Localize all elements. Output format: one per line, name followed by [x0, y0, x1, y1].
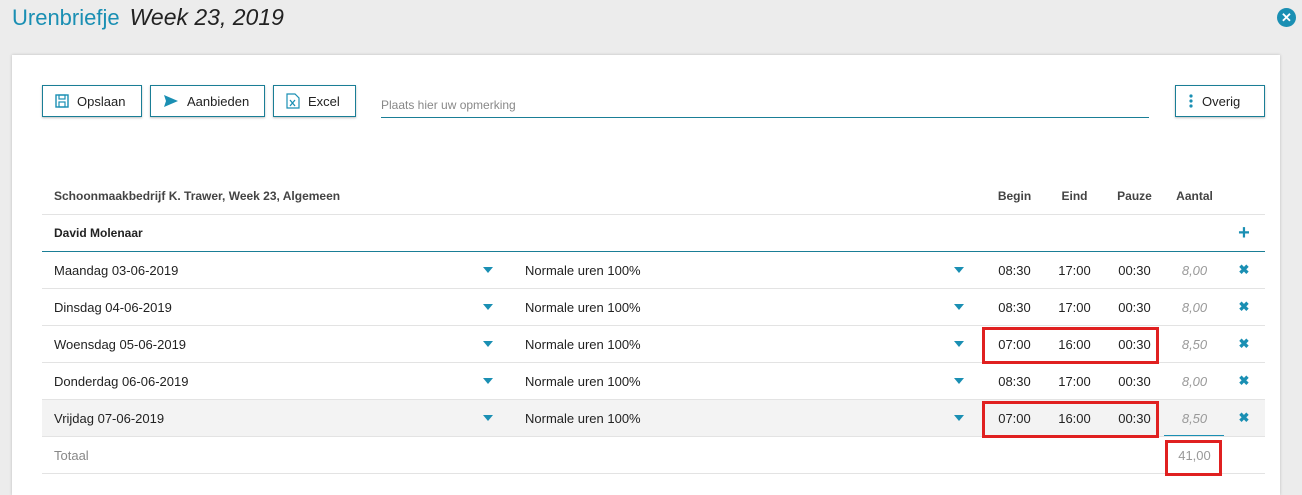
employee-name: David Molenaar — [54, 226, 143, 240]
excel-file-icon — [286, 93, 300, 109]
save-button[interactable]: Opslaan — [42, 85, 142, 117]
day-select[interactable]: Woensdag 05-06-2019 — [54, 326, 186, 362]
week-title: Week 23, 2019 — [129, 4, 284, 30]
hour-type-select[interactable]: Normale uren 100% — [525, 326, 641, 362]
send-icon — [164, 95, 178, 107]
pause-time[interactable]: 00:30 — [1107, 252, 1162, 288]
begin-time[interactable]: 07:00 — [987, 400, 1042, 436]
delete-row-icon[interactable]: ✖ — [1232, 326, 1256, 362]
end-time[interactable]: 16:00 — [1047, 326, 1102, 362]
table-row: Dinsdag 04-06-2019 Normale uren 100% 08:… — [42, 289, 1265, 326]
app-title: Urenbriefje — [12, 5, 120, 30]
hour-type-select[interactable]: Normale uren 100% — [525, 363, 641, 399]
delete-row-icon[interactable]: ✖ — [1232, 252, 1256, 288]
end-time[interactable]: 17:00 — [1047, 363, 1102, 399]
table-row: Woensdag 05-06-2019 Normale uren 100% 07… — [42, 326, 1265, 363]
day-select[interactable]: Vrijdag 07-06-2019 — [54, 400, 164, 436]
table-row: Maandag 03-06-2019 Normale uren 100% 08:… — [42, 252, 1265, 289]
save-button-label: Opslaan — [77, 93, 126, 109]
total-row: Totaal 41,00 — [42, 437, 1265, 474]
delete-row-icon[interactable]: ✖ — [1232, 400, 1256, 436]
offer-button-label: Aanbieden — [187, 93, 250, 109]
delete-row-icon[interactable]: ✖ — [1232, 363, 1256, 399]
hour-type-select[interactable]: Normale uren 100% — [525, 252, 641, 288]
table-row: Vrijdag 07-06-2019 Normale uren 100% 07:… — [42, 400, 1265, 437]
hours-amount: 8,00 — [1181, 262, 1208, 278]
add-row-icon[interactable]: + — [1232, 215, 1256, 251]
end-time[interactable]: 16:00 — [1047, 400, 1102, 436]
hours-amount: 8,00 — [1181, 373, 1208, 389]
hour-type-dropdown-icon[interactable] — [953, 363, 965, 399]
column-pauze: Pauze — [1117, 189, 1152, 203]
begin-time[interactable]: 08:30 — [987, 363, 1042, 399]
excel-button[interactable]: Excel — [273, 85, 356, 117]
hour-type-select[interactable]: Normale uren 100% — [525, 289, 641, 325]
begin-time[interactable]: 08:30 — [987, 252, 1042, 288]
begin-time[interactable]: 08:30 — [987, 289, 1042, 325]
floppy-disk-icon — [55, 94, 69, 108]
pause-time[interactable]: 00:30 — [1107, 363, 1162, 399]
hours-amount: 8,50 — [1181, 410, 1208, 426]
day-select[interactable]: Donderdag 06-06-2019 — [54, 363, 188, 399]
day-select[interactable]: Maandag 03-06-2019 — [54, 252, 178, 288]
hours-amount: 8,00 — [1181, 299, 1208, 315]
hour-type-dropdown-icon[interactable] — [953, 289, 965, 325]
table-header: Schoonmaakbedrijf K. Trawer, Week 23, Al… — [42, 178, 1265, 215]
column-eind: Eind — [1061, 189, 1088, 203]
timesheet-card: Opslaan Aanbieden Excel Overig Schoonmaa… — [12, 55, 1280, 495]
pause-time[interactable]: 00:30 — [1107, 400, 1162, 436]
close-icon[interactable]: ✕ — [1277, 8, 1296, 27]
end-time[interactable]: 17:00 — [1047, 252, 1102, 288]
total-value: 41,00 — [1178, 447, 1211, 463]
more-vertical-icon — [1189, 94, 1193, 108]
timesheet-table: Schoonmaakbedrijf K. Trawer, Week 23, Al… — [42, 178, 1265, 474]
total-label: Totaal — [54, 447, 89, 463]
day-dropdown-icon[interactable] — [482, 326, 494, 362]
amount-focus-underline — [1164, 435, 1224, 436]
hour-type-select[interactable]: Normale uren 100% — [525, 400, 641, 436]
hour-type-dropdown-icon[interactable] — [953, 252, 965, 288]
delete-row-icon[interactable]: ✖ — [1232, 289, 1256, 325]
pause-time[interactable]: 00:30 — [1107, 289, 1162, 325]
table-row: Donderdag 06-06-2019 Normale uren 100% 0… — [42, 363, 1265, 400]
employee-row: David Molenaar + — [42, 215, 1265, 252]
begin-time[interactable]: 07:00 — [987, 326, 1042, 362]
day-dropdown-icon[interactable] — [482, 400, 494, 436]
group-title: Schoonmaakbedrijf K. Trawer, Week 23, Al… — [54, 189, 341, 203]
column-aantal: Aantal — [1176, 189, 1213, 203]
end-time[interactable]: 17:00 — [1047, 289, 1102, 325]
more-button-label: Overig — [1202, 93, 1241, 109]
pause-time[interactable]: 00:30 — [1107, 326, 1162, 362]
hour-type-dropdown-icon[interactable] — [953, 400, 965, 436]
day-dropdown-icon[interactable] — [482, 252, 494, 288]
more-button[interactable]: Overig — [1175, 85, 1265, 117]
remark-input[interactable] — [381, 93, 1149, 118]
day-dropdown-icon[interactable] — [482, 289, 494, 325]
day-select[interactable]: Dinsdag 04-06-2019 — [54, 289, 172, 325]
offer-button[interactable]: Aanbieden — [150, 85, 265, 117]
hours-amount: 8,50 — [1181, 336, 1208, 352]
hour-type-dropdown-icon[interactable] — [953, 326, 965, 362]
excel-button-label: Excel — [308, 93, 340, 109]
column-begin: Begin — [997, 189, 1032, 203]
title-bar: Urenbriefje Week 23, 2019 — [12, 4, 284, 34]
day-dropdown-icon[interactable] — [482, 363, 494, 399]
